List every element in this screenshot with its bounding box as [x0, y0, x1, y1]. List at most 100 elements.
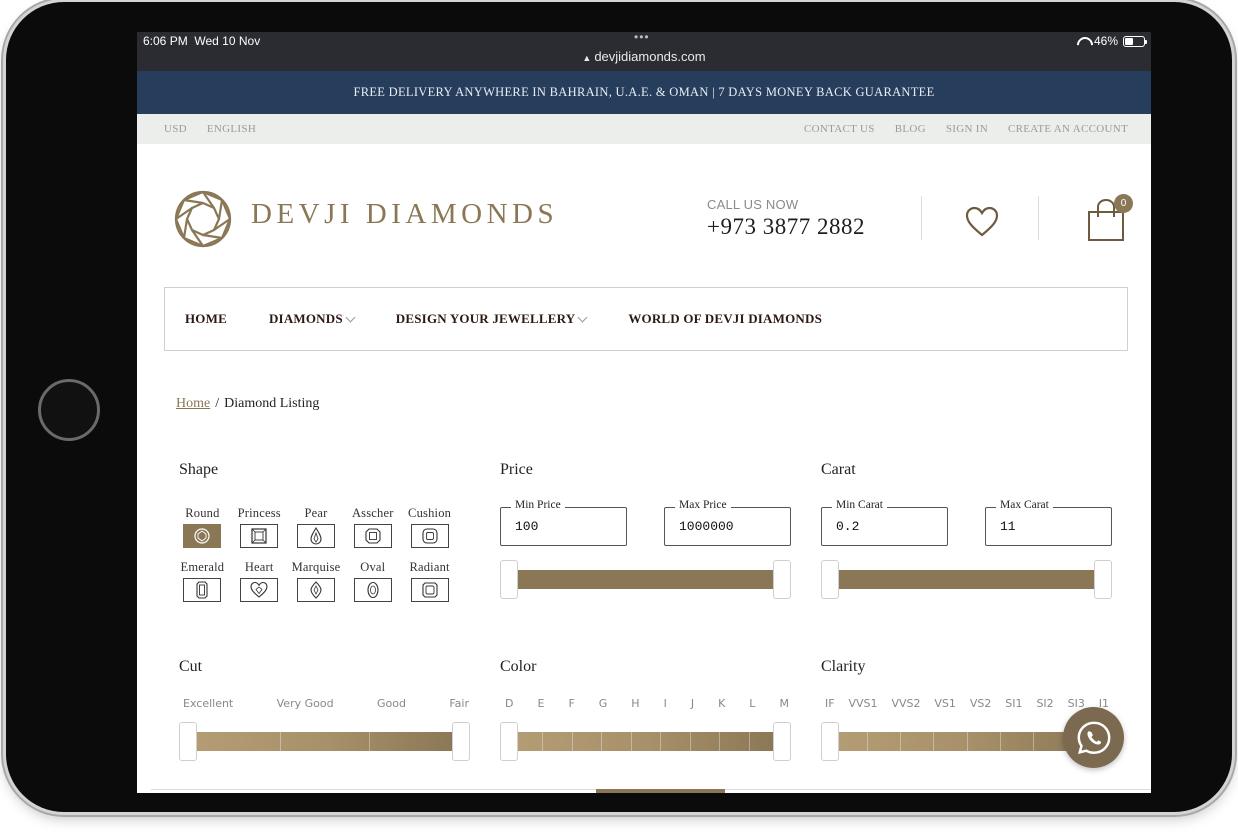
chevron-down-icon	[345, 312, 356, 322]
shape-label: Emerald	[180, 560, 225, 574]
heart-shape-icon[interactable]	[240, 578, 279, 602]
nav-home[interactable]: HOME	[185, 311, 227, 327]
cut-labels: Excellent Very Good Good Fair	[183, 697, 469, 710]
cut-filter-title: Cut	[179, 658, 203, 675]
marquise-shape-icon[interactable]	[296, 578, 335, 602]
princess-shape-icon[interactable]	[240, 524, 279, 548]
shape-label: Pear	[304, 506, 328, 520]
price-slider-max-handle[interactable]	[773, 560, 791, 599]
shape-marquise[interactable]: Marquise	[288, 560, 345, 602]
emerald-shape-icon[interactable]	[183, 578, 222, 602]
nav-diamonds[interactable]: DIAMONDS	[268, 311, 356, 327]
call-number[interactable]: +973 3877 2882	[707, 214, 865, 240]
carat-range-slider[interactable]	[821, 560, 1113, 600]
shape-label: Asscher	[351, 506, 394, 520]
clarity-label: VS2	[969, 697, 992, 710]
max-price-input[interactable]: Max Price 1000000	[664, 499, 791, 546]
color-slider-min-handle[interactable]	[500, 722, 518, 761]
status-right: 46%	[1077, 34, 1147, 48]
shape-round[interactable]: Round	[174, 506, 231, 548]
radiant-shape-icon[interactable]	[410, 578, 449, 602]
price-range-slider[interactable]	[500, 560, 792, 600]
screen: 6:06 PM Wed 10 Nov ••• ▲ devjidiamonds.co…	[137, 32, 1151, 793]
breadcrumb-separator: /	[215, 396, 220, 411]
clarity-slider-min-handle[interactable]	[821, 722, 839, 761]
blog-link[interactable]: BLOG	[895, 123, 926, 135]
header-divider	[1038, 196, 1039, 240]
clarity-label: VS1	[934, 697, 956, 710]
breadcrumb: Home / Diamond Listing	[176, 396, 319, 412]
price-slider-min-handle[interactable]	[500, 560, 518, 599]
max-price-value: 1000000	[679, 519, 734, 534]
nav-design-your-jewellery[interactable]: DESIGN YOUR JEWELLERY	[396, 311, 588, 327]
shape-radiant[interactable]: Radiant	[401, 560, 458, 602]
clarity-label: SI2	[1036, 697, 1054, 710]
shape-label: Round	[185, 506, 220, 520]
pear-shape-icon[interactable]	[296, 524, 335, 548]
round-shape-icon[interactable]	[183, 524, 222, 548]
shape-cushion[interactable]: Cushion	[401, 506, 458, 548]
shape-oval[interactable]: Oval	[344, 560, 401, 602]
heart-icon[interactable]	[965, 206, 999, 238]
carat-slider-track[interactable]	[835, 570, 1099, 589]
status-time: 6:06 PM Wed 10 Nov	[143, 34, 260, 48]
nav-world-of-devji[interactable]: WORLD OF DEVJI DIAMONDS	[628, 311, 822, 327]
clarity-slider-track[interactable]	[835, 732, 1099, 751]
color-label: I	[663, 697, 667, 710]
breadcrumb-current: Diamond Listing	[224, 396, 320, 411]
clarity-filter-title: Clarity	[821, 658, 866, 675]
color-range-slider[interactable]	[500, 722, 792, 762]
color-slider-track[interactable]	[514, 732, 778, 751]
shape-pear[interactable]: Pear	[288, 506, 345, 548]
min-carat-input[interactable]: Min Carat 0.2	[821, 499, 948, 546]
more-dots-icon[interactable]: •••	[634, 32, 650, 44]
price-slider-track[interactable]	[514, 570, 778, 589]
home-button[interactable]	[38, 379, 100, 441]
brand-name[interactable]: DEVJI DIAMONDS	[251, 198, 558, 231]
cut-slider-min-handle[interactable]	[179, 722, 197, 761]
site-header: DEVJI DIAMONDS CALL US NOW +973 3877 288…	[137, 144, 1151, 287]
shape-emerald[interactable]: Emerald	[174, 560, 231, 602]
shape-heart[interactable]: Heart	[231, 560, 288, 602]
clarity-label: IF	[825, 697, 835, 710]
breadcrumb-home-link[interactable]: Home	[176, 396, 210, 411]
shape-princess[interactable]: Princess	[231, 506, 288, 548]
cut-range-slider[interactable]	[179, 722, 471, 762]
promo-banner: FREE DELIVERY ANYWHERE IN BAHRAIN, U.A.E…	[137, 71, 1151, 114]
url-bar[interactable]: ▲ devjidiamonds.com	[137, 49, 1151, 64]
max-price-label: Max Price	[675, 499, 731, 511]
color-slider-max-handle[interactable]	[773, 722, 791, 761]
status-bar: 6:06 PM Wed 10 Nov ••• ▲ devjidiamonds.co…	[137, 32, 1151, 71]
min-price-input[interactable]: Min Price 100	[500, 499, 627, 546]
color-label: M	[779, 697, 789, 710]
color-filter-title: Color	[500, 658, 537, 675]
contact-us-link[interactable]: CONTACT US	[804, 123, 875, 135]
shape-label: Radiant	[409, 560, 450, 574]
diamond-logo-icon[interactable]	[173, 189, 233, 249]
cut-label: Excellent	[183, 697, 234, 710]
max-carat-input[interactable]: Max Carat 11	[985, 499, 1112, 546]
nav-label: WORLD OF DEVJI DIAMONDS	[628, 311, 823, 326]
sign-in-link[interactable]: SIGN IN	[946, 123, 988, 135]
color-label: G	[598, 697, 608, 710]
clarity-label: VVS2	[891, 697, 921, 710]
cushion-shape-icon[interactable]	[410, 524, 449, 548]
language-selector[interactable]: ENGLISH	[207, 123, 256, 135]
shape-label: Cushion	[408, 506, 452, 520]
asscher-shape-icon[interactable]	[353, 524, 392, 548]
carat-slider-min-handle[interactable]	[821, 560, 839, 599]
carat-slider-max-handle[interactable]	[1094, 560, 1112, 599]
create-account-link[interactable]: CREATE AN ACCOUNT	[1008, 123, 1128, 135]
color-label: E	[537, 697, 545, 710]
shape-row: Emerald Heart Marquise Oval Radiant	[174, 560, 458, 602]
currency-selector[interactable]: USD	[164, 123, 187, 135]
cut-slider-max-handle[interactable]	[452, 722, 470, 761]
whatsapp-chat-button[interactable]	[1063, 707, 1124, 768]
min-price-value: 100	[515, 519, 539, 534]
price-filter-title: Price	[500, 461, 533, 478]
oval-shape-icon[interactable]	[353, 578, 392, 602]
nav-label: DIAMONDS	[268, 311, 343, 326]
color-label: K	[718, 697, 726, 710]
shape-asscher[interactable]: Asscher	[344, 506, 401, 548]
cut-slider-track[interactable]	[193, 732, 457, 751]
